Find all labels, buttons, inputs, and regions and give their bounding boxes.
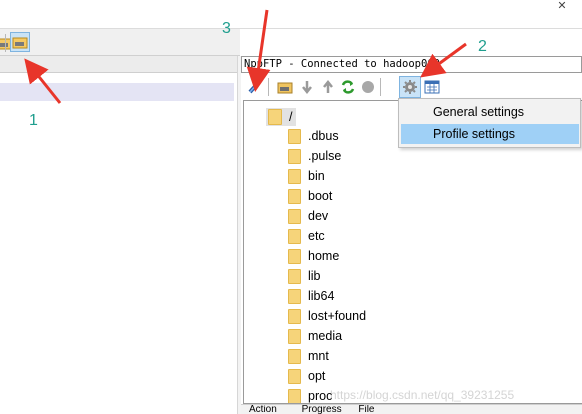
annotation-label-1: 1 xyxy=(29,112,38,129)
annotation-arrow-3 xyxy=(246,9,271,92)
annotation-arrow-2 xyxy=(420,42,467,78)
annotation-label-2: 2 xyxy=(478,38,487,55)
annotation-overlay xyxy=(24,9,467,104)
watermark-text: https://blog.csdn.net/qq_39231255 xyxy=(330,388,515,402)
annotation-arrow-1 xyxy=(24,58,62,104)
annotation-label-3: 3 xyxy=(222,20,231,37)
